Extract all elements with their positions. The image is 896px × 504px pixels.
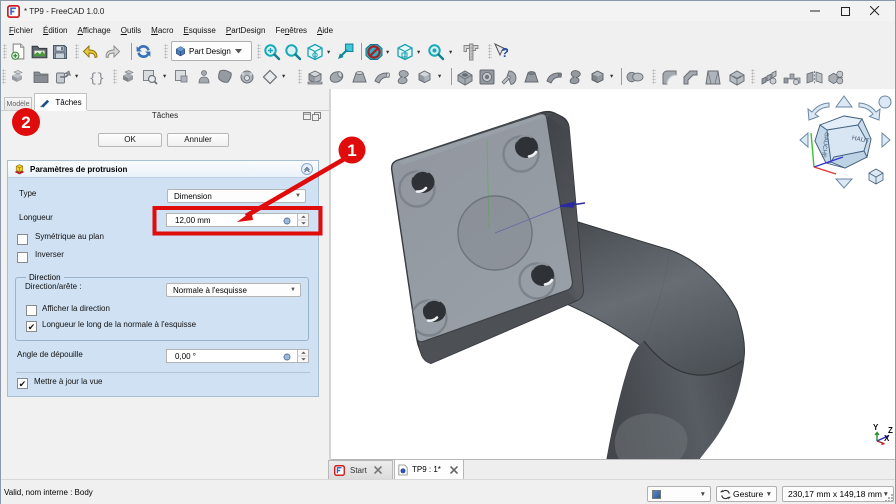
svg-text:{}: {}	[89, 71, 105, 85]
svg-text:?: ?	[501, 45, 509, 60]
svg-text:X: X	[884, 434, 890, 443]
svg-text:Y: Y	[873, 423, 879, 432]
